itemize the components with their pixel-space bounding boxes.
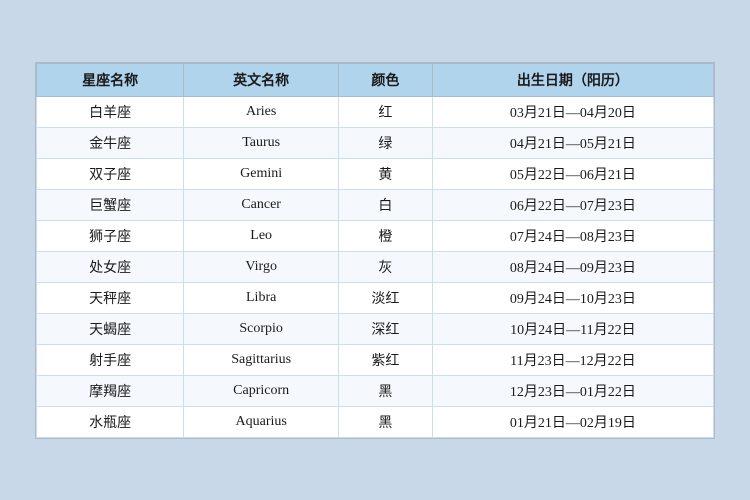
zodiac-table: 星座名称 英文名称 颜色 出生日期（阳历） 白羊座Aries红03月21日—04…	[36, 63, 714, 438]
cell-color: 黑	[339, 375, 433, 406]
cell-english: Cancer	[184, 189, 339, 220]
cell-english: Sagittarius	[184, 344, 339, 375]
cell-chinese: 狮子座	[37, 220, 184, 251]
cell-dates: 07月24日—08月23日	[432, 220, 713, 251]
table-row: 射手座Sagittarius紫红11月23日—12月22日	[37, 344, 714, 375]
cell-english: Gemini	[184, 158, 339, 189]
cell-english: Aries	[184, 96, 339, 127]
cell-color: 黑	[339, 406, 433, 437]
cell-chinese: 双子座	[37, 158, 184, 189]
cell-dates: 03月21日—04月20日	[432, 96, 713, 127]
col-header-chinese: 星座名称	[37, 63, 184, 96]
cell-chinese: 天蝎座	[37, 313, 184, 344]
cell-dates: 01月21日—02月19日	[432, 406, 713, 437]
table-row: 白羊座Aries红03月21日—04月20日	[37, 96, 714, 127]
cell-color: 橙	[339, 220, 433, 251]
cell-english: Libra	[184, 282, 339, 313]
cell-color: 白	[339, 189, 433, 220]
cell-color: 绿	[339, 127, 433, 158]
col-header-dates: 出生日期（阳历）	[432, 63, 713, 96]
zodiac-table-wrapper: 星座名称 英文名称 颜色 出生日期（阳历） 白羊座Aries红03月21日—04…	[35, 62, 715, 439]
table-row: 双子座Gemini黄05月22日—06月21日	[37, 158, 714, 189]
table-row: 巨蟹座Cancer白06月22日—07月23日	[37, 189, 714, 220]
table-row: 天蝎座Scorpio深红10月24日—11月22日	[37, 313, 714, 344]
cell-english: Leo	[184, 220, 339, 251]
cell-chinese: 射手座	[37, 344, 184, 375]
cell-english: Taurus	[184, 127, 339, 158]
cell-english: Capricorn	[184, 375, 339, 406]
table-body: 白羊座Aries红03月21日—04月20日金牛座Taurus绿04月21日—0…	[37, 96, 714, 437]
cell-color: 黄	[339, 158, 433, 189]
cell-dates: 08月24日—09月23日	[432, 251, 713, 282]
col-header-color: 颜色	[339, 63, 433, 96]
cell-dates: 06月22日—07月23日	[432, 189, 713, 220]
cell-chinese: 白羊座	[37, 96, 184, 127]
cell-dates: 09月24日—10月23日	[432, 282, 713, 313]
cell-chinese: 金牛座	[37, 127, 184, 158]
cell-color: 紫红	[339, 344, 433, 375]
table-row: 摩羯座Capricorn黑12月23日—01月22日	[37, 375, 714, 406]
cell-english: Virgo	[184, 251, 339, 282]
cell-chinese: 巨蟹座	[37, 189, 184, 220]
cell-color: 深红	[339, 313, 433, 344]
table-row: 金牛座Taurus绿04月21日—05月21日	[37, 127, 714, 158]
cell-dates: 10月24日—11月22日	[432, 313, 713, 344]
table-row: 处女座Virgo灰08月24日—09月23日	[37, 251, 714, 282]
col-header-english: 英文名称	[184, 63, 339, 96]
cell-chinese: 天秤座	[37, 282, 184, 313]
table-header-row: 星座名称 英文名称 颜色 出生日期（阳历）	[37, 63, 714, 96]
cell-chinese: 水瓶座	[37, 406, 184, 437]
table-row: 水瓶座Aquarius黑01月21日—02月19日	[37, 406, 714, 437]
cell-dates: 11月23日—12月22日	[432, 344, 713, 375]
cell-dates: 12月23日—01月22日	[432, 375, 713, 406]
cell-dates: 05月22日—06月21日	[432, 158, 713, 189]
cell-english: Scorpio	[184, 313, 339, 344]
cell-dates: 04月21日—05月21日	[432, 127, 713, 158]
cell-color: 灰	[339, 251, 433, 282]
cell-color: 红	[339, 96, 433, 127]
table-row: 天秤座Libra淡红09月24日—10月23日	[37, 282, 714, 313]
table-row: 狮子座Leo橙07月24日—08月23日	[37, 220, 714, 251]
cell-chinese: 摩羯座	[37, 375, 184, 406]
cell-chinese: 处女座	[37, 251, 184, 282]
cell-english: Aquarius	[184, 406, 339, 437]
cell-color: 淡红	[339, 282, 433, 313]
